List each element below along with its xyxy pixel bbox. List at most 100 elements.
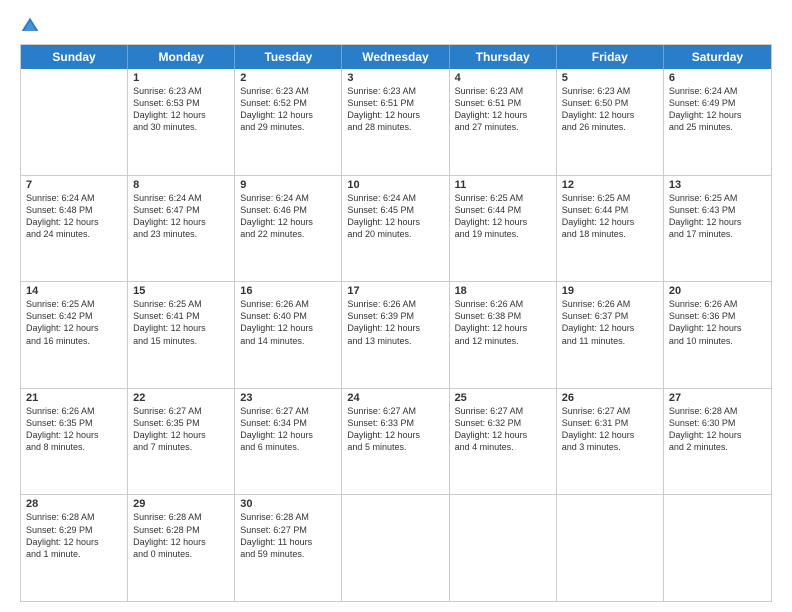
day-cell-14: 14Sunrise: 6:25 AM Sunset: 6:42 PM Dayli… — [21, 282, 128, 388]
calendar-body: 1Sunrise: 6:23 AM Sunset: 6:53 PM Daylig… — [21, 69, 771, 601]
day-number: 3 — [347, 72, 443, 84]
day-cell-16: 16Sunrise: 6:26 AM Sunset: 6:40 PM Dayli… — [235, 282, 342, 388]
day-info: Sunrise: 6:28 AM Sunset: 6:27 PM Dayligh… — [240, 511, 336, 560]
day-cell-28: 28Sunrise: 6:28 AM Sunset: 6:29 PM Dayli… — [21, 495, 128, 601]
day-number: 22 — [133, 392, 229, 404]
day-number: 12 — [562, 179, 658, 191]
day-info: Sunrise: 6:26 AM Sunset: 6:35 PM Dayligh… — [26, 405, 122, 454]
day-number: 8 — [133, 179, 229, 191]
day-info: Sunrise: 6:23 AM Sunset: 6:51 PM Dayligh… — [455, 85, 551, 134]
day-cell-1: 1Sunrise: 6:23 AM Sunset: 6:53 PM Daylig… — [128, 69, 235, 175]
day-number: 25 — [455, 392, 551, 404]
empty-cell — [21, 69, 128, 175]
header-day-saturday: Saturday — [664, 45, 771, 69]
day-info: Sunrise: 6:27 AM Sunset: 6:33 PM Dayligh… — [347, 405, 443, 454]
empty-cell — [450, 495, 557, 601]
day-info: Sunrise: 6:23 AM Sunset: 6:52 PM Dayligh… — [240, 85, 336, 134]
day-number: 19 — [562, 285, 658, 297]
day-cell-29: 29Sunrise: 6:28 AM Sunset: 6:28 PM Dayli… — [128, 495, 235, 601]
empty-cell — [342, 495, 449, 601]
day-info: Sunrise: 6:24 AM Sunset: 6:48 PM Dayligh… — [26, 192, 122, 241]
calendar-week-2: 7Sunrise: 6:24 AM Sunset: 6:48 PM Daylig… — [21, 176, 771, 283]
logo — [20, 16, 44, 36]
header-day-monday: Monday — [128, 45, 235, 69]
day-cell-10: 10Sunrise: 6:24 AM Sunset: 6:45 PM Dayli… — [342, 176, 449, 282]
day-cell-7: 7Sunrise: 6:24 AM Sunset: 6:48 PM Daylig… — [21, 176, 128, 282]
day-cell-3: 3Sunrise: 6:23 AM Sunset: 6:51 PM Daylig… — [342, 69, 449, 175]
day-number: 28 — [26, 498, 122, 510]
empty-cell — [557, 495, 664, 601]
day-cell-27: 27Sunrise: 6:28 AM Sunset: 6:30 PM Dayli… — [664, 389, 771, 495]
day-info: Sunrise: 6:25 AM Sunset: 6:43 PM Dayligh… — [669, 192, 766, 241]
day-cell-6: 6Sunrise: 6:24 AM Sunset: 6:49 PM Daylig… — [664, 69, 771, 175]
day-cell-23: 23Sunrise: 6:27 AM Sunset: 6:34 PM Dayli… — [235, 389, 342, 495]
day-info: Sunrise: 6:28 AM Sunset: 6:28 PM Dayligh… — [133, 511, 229, 560]
day-cell-17: 17Sunrise: 6:26 AM Sunset: 6:39 PM Dayli… — [342, 282, 449, 388]
day-number: 14 — [26, 285, 122, 297]
day-cell-9: 9Sunrise: 6:24 AM Sunset: 6:46 PM Daylig… — [235, 176, 342, 282]
calendar: SundayMondayTuesdayWednesdayThursdayFrid… — [20, 44, 772, 602]
header-day-tuesday: Tuesday — [235, 45, 342, 69]
day-info: Sunrise: 6:27 AM Sunset: 6:32 PM Dayligh… — [455, 405, 551, 454]
calendar-week-1: 1Sunrise: 6:23 AM Sunset: 6:53 PM Daylig… — [21, 69, 771, 176]
day-info: Sunrise: 6:25 AM Sunset: 6:41 PM Dayligh… — [133, 298, 229, 347]
day-number: 30 — [240, 498, 336, 510]
day-cell-22: 22Sunrise: 6:27 AM Sunset: 6:35 PM Dayli… — [128, 389, 235, 495]
day-cell-13: 13Sunrise: 6:25 AM Sunset: 6:43 PM Dayli… — [664, 176, 771, 282]
header-day-thursday: Thursday — [450, 45, 557, 69]
day-info: Sunrise: 6:26 AM Sunset: 6:37 PM Dayligh… — [562, 298, 658, 347]
day-number: 6 — [669, 72, 766, 84]
day-info: Sunrise: 6:28 AM Sunset: 6:30 PM Dayligh… — [669, 405, 766, 454]
empty-cell — [664, 495, 771, 601]
day-info: Sunrise: 6:24 AM Sunset: 6:45 PM Dayligh… — [347, 192, 443, 241]
header-day-wednesday: Wednesday — [342, 45, 449, 69]
day-number: 29 — [133, 498, 229, 510]
day-info: Sunrise: 6:27 AM Sunset: 6:34 PM Dayligh… — [240, 405, 336, 454]
day-number: 17 — [347, 285, 443, 297]
day-number: 2 — [240, 72, 336, 84]
page-header — [20, 16, 772, 36]
day-info: Sunrise: 6:26 AM Sunset: 6:40 PM Dayligh… — [240, 298, 336, 347]
day-number: 20 — [669, 285, 766, 297]
day-cell-2: 2Sunrise: 6:23 AM Sunset: 6:52 PM Daylig… — [235, 69, 342, 175]
day-info: Sunrise: 6:25 AM Sunset: 6:44 PM Dayligh… — [455, 192, 551, 241]
day-cell-5: 5Sunrise: 6:23 AM Sunset: 6:50 PM Daylig… — [557, 69, 664, 175]
day-number: 26 — [562, 392, 658, 404]
day-number: 5 — [562, 72, 658, 84]
day-info: Sunrise: 6:25 AM Sunset: 6:44 PM Dayligh… — [562, 192, 658, 241]
day-cell-20: 20Sunrise: 6:26 AM Sunset: 6:36 PM Dayli… — [664, 282, 771, 388]
day-info: Sunrise: 6:26 AM Sunset: 6:39 PM Dayligh… — [347, 298, 443, 347]
day-number: 11 — [455, 179, 551, 191]
day-number: 23 — [240, 392, 336, 404]
day-info: Sunrise: 6:27 AM Sunset: 6:35 PM Dayligh… — [133, 405, 229, 454]
day-cell-30: 30Sunrise: 6:28 AM Sunset: 6:27 PM Dayli… — [235, 495, 342, 601]
day-number: 24 — [347, 392, 443, 404]
day-number: 16 — [240, 285, 336, 297]
day-cell-15: 15Sunrise: 6:25 AM Sunset: 6:41 PM Dayli… — [128, 282, 235, 388]
calendar-header: SundayMondayTuesdayWednesdayThursdayFrid… — [21, 45, 771, 69]
day-info: Sunrise: 6:24 AM Sunset: 6:46 PM Dayligh… — [240, 192, 336, 241]
logo-icon — [20, 16, 40, 36]
calendar-week-3: 14Sunrise: 6:25 AM Sunset: 6:42 PM Dayli… — [21, 282, 771, 389]
day-info: Sunrise: 6:23 AM Sunset: 6:53 PM Dayligh… — [133, 85, 229, 134]
header-day-friday: Friday — [557, 45, 664, 69]
day-cell-8: 8Sunrise: 6:24 AM Sunset: 6:47 PM Daylig… — [128, 176, 235, 282]
day-number: 4 — [455, 72, 551, 84]
day-number: 27 — [669, 392, 766, 404]
day-info: Sunrise: 6:23 AM Sunset: 6:51 PM Dayligh… — [347, 85, 443, 134]
day-number: 1 — [133, 72, 229, 84]
day-cell-21: 21Sunrise: 6:26 AM Sunset: 6:35 PM Dayli… — [21, 389, 128, 495]
day-number: 15 — [133, 285, 229, 297]
day-cell-19: 19Sunrise: 6:26 AM Sunset: 6:37 PM Dayli… — [557, 282, 664, 388]
day-number: 9 — [240, 179, 336, 191]
day-cell-4: 4Sunrise: 6:23 AM Sunset: 6:51 PM Daylig… — [450, 69, 557, 175]
day-cell-26: 26Sunrise: 6:27 AM Sunset: 6:31 PM Dayli… — [557, 389, 664, 495]
day-info: Sunrise: 6:26 AM Sunset: 6:36 PM Dayligh… — [669, 298, 766, 347]
day-number: 21 — [26, 392, 122, 404]
day-cell-11: 11Sunrise: 6:25 AM Sunset: 6:44 PM Dayli… — [450, 176, 557, 282]
day-cell-24: 24Sunrise: 6:27 AM Sunset: 6:33 PM Dayli… — [342, 389, 449, 495]
day-number: 7 — [26, 179, 122, 191]
day-number: 18 — [455, 285, 551, 297]
calendar-week-4: 21Sunrise: 6:26 AM Sunset: 6:35 PM Dayli… — [21, 389, 771, 496]
day-info: Sunrise: 6:23 AM Sunset: 6:50 PM Dayligh… — [562, 85, 658, 134]
